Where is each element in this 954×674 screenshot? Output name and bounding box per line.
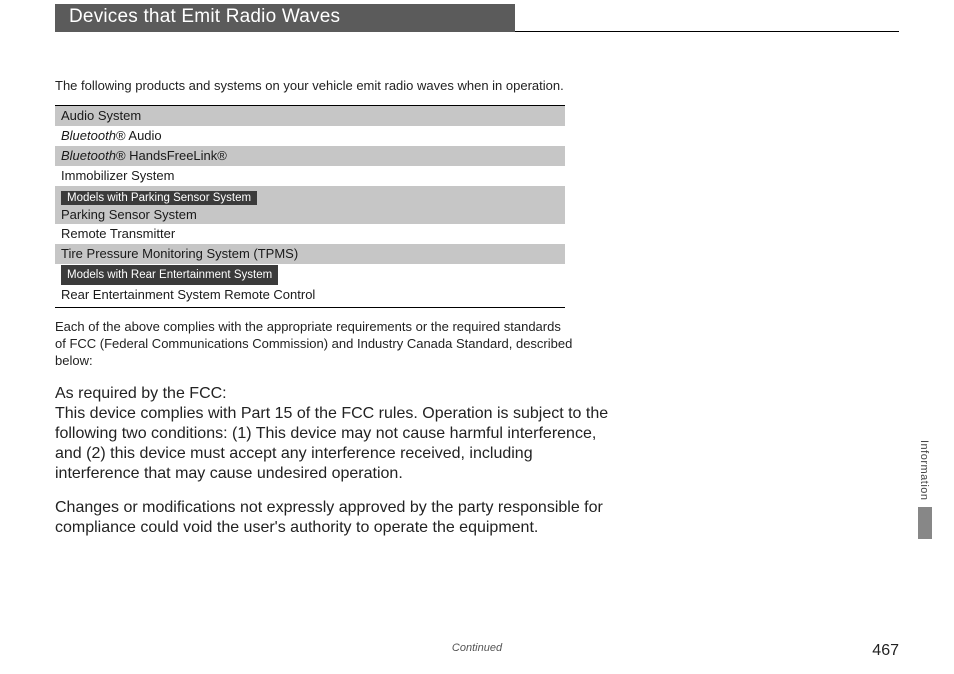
- fcc-heading: As required by the FCC:: [55, 385, 227, 402]
- device-table: Audio System Bluetooth® Audio Bluetooth®…: [55, 105, 565, 308]
- table-row: Models with Rear Entertainment System Re…: [55, 264, 565, 307]
- table-row: Bluetooth® Audio: [55, 126, 565, 146]
- page-title: Devices that Emit Radio Waves: [55, 4, 515, 32]
- section-tab: Information: [918, 440, 932, 539]
- table-row: Bluetooth® HandsFreeLink®: [55, 146, 565, 166]
- table-row: Remote Transmitter: [55, 224, 565, 244]
- table-row-label: Rear Entertainment System Remote Control: [61, 285, 565, 304]
- section-label: Information: [918, 440, 930, 501]
- table-row: Immobilizer System: [55, 166, 565, 186]
- table-row: Audio System: [55, 106, 565, 126]
- compliance-text: Each of the above complies with the appr…: [55, 318, 575, 369]
- table-row: Tire Pressure Monitoring System (TPMS): [55, 244, 565, 264]
- intro-text: The following products and systems on yo…: [55, 78, 575, 93]
- fcc-section: As required by the FCC: This device comp…: [55, 384, 610, 552]
- table-row-label: Parking Sensor System: [61, 206, 565, 222]
- page-number: 467: [872, 642, 899, 660]
- main-column: The following products and systems on yo…: [55, 78, 575, 369]
- fcc-body: This device complies with Part 15 of the…: [55, 405, 608, 482]
- section-marker: [918, 507, 932, 539]
- continued-label: Continued: [0, 642, 954, 654]
- model-badge: Models with Rear Entertainment System: [61, 265, 278, 285]
- title-bar: Devices that Emit Radio Waves: [55, 4, 899, 32]
- fcc-note: Changes or modifications not expressly a…: [55, 498, 610, 538]
- model-badge: Models with Parking Sensor System: [61, 191, 257, 205]
- table-row: Models with Parking Sensor System Parkin…: [55, 186, 565, 224]
